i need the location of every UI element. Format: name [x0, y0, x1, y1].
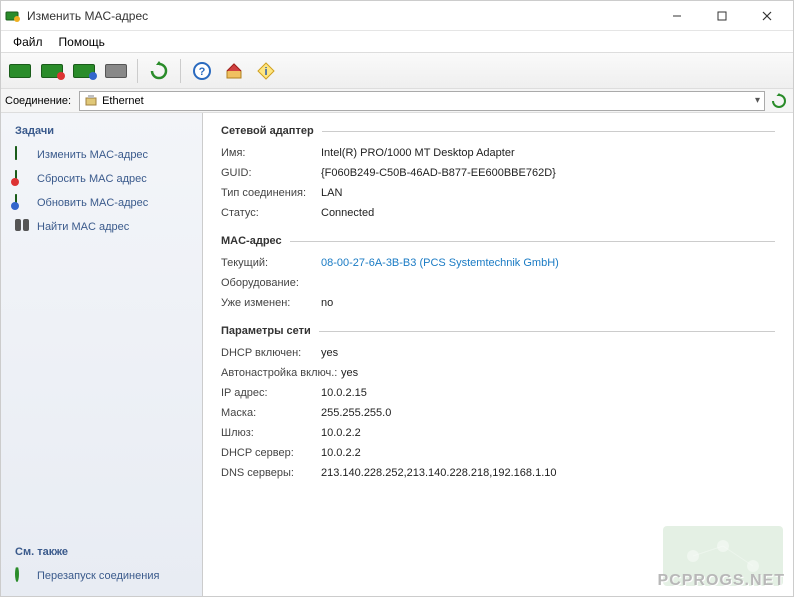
net-mask-label: Маска: — [221, 407, 321, 419]
refresh-mac-button[interactable] — [69, 56, 99, 86]
sidebar-item-label: Перезапуск соединения — [37, 570, 159, 582]
mac-changed-label: Уже изменен: — [221, 297, 321, 309]
nic-red-icon — [15, 171, 31, 187]
svg-text:i: i — [264, 66, 267, 78]
window-controls — [654, 2, 789, 30]
sidebar-item-label: Найти MAC адрес — [37, 221, 129, 233]
adapter-guid-value: {F060B249-C50B-46AD-B877-EE600BBE762D} — [321, 167, 775, 179]
binoculars-icon — [15, 219, 31, 235]
section-adapter-header: Сетевой адаптер — [221, 125, 775, 137]
help-button[interactable]: ? — [187, 56, 217, 86]
restart-icon — [15, 568, 31, 584]
adapter-type-value: LAN — [321, 187, 775, 199]
net-dhcp-label: DHCP включен: — [221, 347, 321, 359]
find-mac-button[interactable] — [101, 56, 131, 86]
sidebar-item-find-mac[interactable]: Найти MAC адрес — [1, 215, 202, 239]
section-net-header: Параметры сети — [221, 325, 775, 337]
minimize-button[interactable] — [654, 2, 699, 30]
toolbar-separator — [137, 59, 138, 83]
toolbar-separator — [180, 59, 181, 83]
change-mac-button[interactable] — [5, 56, 35, 86]
sidebar-seealso-title: См. также — [1, 542, 202, 564]
net-dns-value: 213.140.228.252,213.140.228.218,192.168.… — [321, 467, 775, 479]
net-dns-label: DNS серверы: — [221, 467, 321, 479]
mac-hw-label: Оборудование: — [221, 277, 321, 289]
content-pane: Сетевой адаптер Имя:Intel(R) PRO/1000 MT… — [203, 113, 793, 596]
net-ip-value: 10.0.2.15 — [321, 387, 775, 399]
adapter-status-value: Connected — [321, 207, 775, 219]
connection-label: Соединение: — [5, 95, 75, 107]
section-net-title: Параметры сети — [221, 325, 311, 337]
reload-button[interactable] — [144, 56, 174, 86]
nic-icon — [15, 147, 31, 163]
home-button[interactable] — [219, 56, 249, 86]
watermark-art — [653, 516, 793, 596]
menu-help[interactable]: Помощь — [51, 33, 113, 51]
net-ip-label: IP адрес: — [221, 387, 321, 399]
connection-refresh-button[interactable] — [769, 91, 789, 111]
adapter-status-label: Статус: — [221, 207, 321, 219]
net-dhcp-value: yes — [321, 347, 775, 359]
nic-blue-icon — [15, 195, 31, 211]
connection-bar: Соединение: Ethernet ▾ — [1, 89, 793, 113]
connection-select[interactable]: Ethernet ▾ — [79, 91, 765, 111]
net-auto-label: Автонастройка включ.: — [221, 367, 341, 379]
mac-changed-value: no — [321, 297, 775, 309]
close-button[interactable] — [744, 2, 789, 30]
sidebar-item-label: Обновить MAC-адрес — [37, 197, 148, 209]
net-gw-value: 10.0.2.2 — [321, 427, 775, 439]
sidebar-item-label: Изменить MAC-адрес — [37, 149, 148, 161]
net-mask-value: 255.255.255.0 — [321, 407, 775, 419]
sidebar-item-change-mac[interactable]: Изменить MAC-адрес — [1, 143, 202, 167]
svg-text:?: ? — [199, 66, 206, 78]
chevron-down-icon: ▾ — [755, 95, 760, 106]
sidebar-item-reset-mac[interactable]: Сбросить MAC адрес — [1, 167, 202, 191]
sidebar: Задачи Изменить MAC-адрес Сбросить MAC а… — [1, 113, 203, 596]
reset-mac-button[interactable] — [37, 56, 67, 86]
sidebar-tasks-title: Задачи — [1, 121, 202, 143]
window-title: Изменить MAC-адрес — [27, 9, 654, 23]
sidebar-item-restart-conn[interactable]: Перезапуск соединения — [1, 564, 202, 588]
mac-hw-value — [321, 277, 775, 289]
sidebar-item-refresh-mac[interactable]: Обновить MAC-адрес — [1, 191, 202, 215]
mac-current-label: Текущий: — [221, 257, 321, 269]
adapter-name-value: Intel(R) PRO/1000 MT Desktop Adapter — [321, 147, 775, 159]
watermark-text: PCPROGS.NET — [658, 572, 785, 590]
section-mac-header: MAC-адрес — [221, 235, 775, 247]
net-dhcps-label: DHCP сервер: — [221, 447, 321, 459]
net-dhcps-value: 10.0.2.2 — [321, 447, 775, 459]
titlebar: Изменить MAC-адрес — [1, 1, 793, 31]
sidebar-item-label: Сбросить MAC адрес — [37, 173, 147, 185]
adapter-guid-label: GUID: — [221, 167, 321, 179]
adapter-name-label: Имя: — [221, 147, 321, 159]
info-button[interactable]: i — [251, 56, 281, 86]
toolbar: ? i — [1, 53, 793, 89]
ethernet-icon — [84, 94, 98, 108]
menubar: Файл Помощь — [1, 31, 793, 53]
section-mac-title: MAC-адрес — [221, 235, 282, 247]
maximize-button[interactable] — [699, 2, 744, 30]
mac-current-value[interactable]: 08-00-27-6A-3B-B3 (PCS Systemtechnik Gmb… — [321, 257, 775, 269]
app-icon — [5, 8, 21, 24]
connection-selected: Ethernet — [102, 95, 755, 107]
net-gw-label: Шлюз: — [221, 427, 321, 439]
net-auto-value: yes — [341, 367, 775, 379]
adapter-type-label: Тип соединения: — [221, 187, 321, 199]
section-adapter-title: Сетевой адаптер — [221, 125, 314, 137]
menu-file[interactable]: Файл — [5, 33, 51, 51]
